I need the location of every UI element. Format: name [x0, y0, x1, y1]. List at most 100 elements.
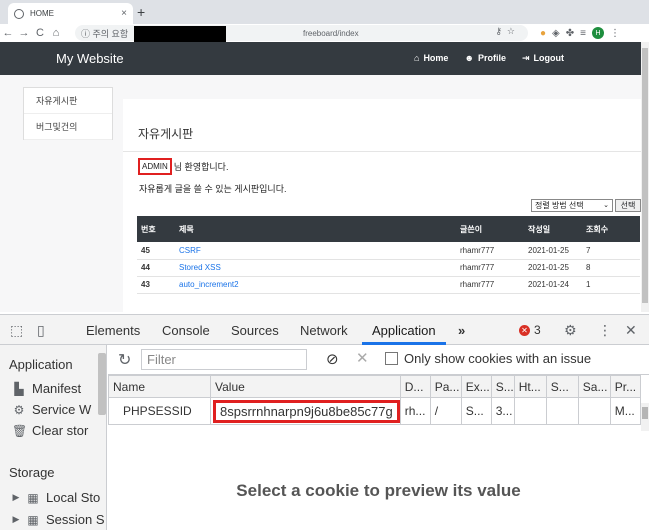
- page-title: 자유게시판: [138, 127, 194, 141]
- col-path[interactable]: Pa...: [429, 375, 462, 398]
- inspect-icon[interactable]: ⬚: [10, 322, 23, 339]
- more-tabs-button[interactable]: »: [458, 323, 465, 338]
- tab-application[interactable]: Application: [372, 323, 436, 338]
- avatar[interactable]: H: [591, 27, 604, 39]
- more-options-icon[interactable]: ⋮: [598, 322, 612, 339]
- board-description: 자유롭게 글을 쓸 수 있는 게시판입니다.: [139, 184, 287, 194]
- divider: [123, 151, 641, 152]
- cookie-value[interactable]: 8spsrrnhnarpn9j6u8be85c77g: [213, 399, 400, 423]
- browser-tab[interactable]: HOME ×: [8, 3, 133, 24]
- cookie-extension-icon[interactable]: ●: [540, 28, 546, 39]
- refresh-icon[interactable]: ↻: [118, 350, 131, 370]
- site-navbar: My Website ⌂ Home ☻ Profile ⇥ Logout: [0, 42, 641, 75]
- tab-network[interactable]: Network: [300, 323, 348, 338]
- url-path: freeboard/index: [303, 29, 359, 38]
- sidebar-item-service-workers[interactable]: ⚙ Service W: [12, 402, 92, 417]
- sidebar-item-session-storage[interactable]: ▶ ▦ Session S: [12, 512, 105, 527]
- user-icon: ☻: [464, 53, 474, 63]
- new-tab-button[interactable]: +: [137, 4, 145, 20]
- col-name[interactable]: Name: [108, 375, 211, 398]
- col-priority[interactable]: Pr...: [609, 375, 642, 398]
- post-link[interactable]: auto_increment2: [175, 276, 456, 294]
- scrollbar-thumb[interactable]: [642, 48, 648, 303]
- site-sidebar: 자유게시판 버그및건의: [23, 87, 113, 140]
- chevron-down-icon: ⌄: [603, 202, 609, 209]
- nav-logout-link[interactable]: ⇥ Logout: [522, 53, 564, 64]
- col-date: 작성일: [528, 224, 551, 234]
- devtools-tabbar: ⬚ ▯ Elements Console Sources Network App…: [0, 315, 649, 345]
- cookie-httponly: [513, 397, 547, 425]
- col-samesite[interactable]: Sa...: [577, 375, 611, 398]
- nav-home-link[interactable]: ⌂ Home: [414, 53, 448, 64]
- error-badge[interactable]: ✕ 3: [519, 323, 541, 337]
- col-number: 번호: [141, 224, 156, 234]
- col-domain[interactable]: D...: [399, 375, 431, 398]
- tab-elements[interactable]: Elements: [86, 323, 140, 338]
- devtools-panel: ⬚ ▯ Elements Console Sources Network App…: [0, 314, 649, 530]
- board-content: 자유게시판 ADMIN 님 환영합니다. 자유롭게 글을 쓸 수 있는 게시판입…: [123, 99, 641, 312]
- application-sidebar: Application ▙ Manifest ⚙ Service W 🗑 Clear …: [0, 345, 107, 530]
- block-icon[interactable]: ⊘: [326, 350, 339, 368]
- section-storage: Storage: [9, 465, 55, 480]
- error-count: 3: [534, 323, 541, 337]
- back-button[interactable]: ←: [0, 27, 16, 39]
- sidebar-item-manifest[interactable]: ▙ Manifest: [12, 381, 81, 396]
- redacted-host: [134, 26, 226, 42]
- globe-icon: [14, 8, 24, 19]
- device-toggle-icon[interactable]: ▯: [37, 322, 45, 339]
- site-brand[interactable]: My Website: [56, 51, 124, 66]
- file-icon: ▙: [14, 381, 24, 396]
- scrollbar-thumb[interactable]: [642, 407, 648, 419]
- tab-title: HOME: [30, 9, 54, 18]
- nav-profile-link[interactable]: ☻ Profile: [464, 53, 506, 64]
- reload-button[interactable]: C: [32, 27, 48, 39]
- table-row: 45 CSRF rhamr777 2021-01-25 7: [137, 242, 640, 260]
- cookie-samesite: [577, 397, 611, 425]
- close-icon[interactable]: ✕: [625, 322, 637, 339]
- logout-icon: ⇥: [521, 53, 530, 63]
- only-issue-checkbox[interactable]: [385, 352, 398, 365]
- clear-icon[interactable]: ✕: [356, 349, 369, 367]
- post-link[interactable]: CSRF: [175, 242, 456, 260]
- key-star-icons[interactable]: ⚷☆: [495, 26, 520, 37]
- puzzle-icon[interactable]: ✤: [566, 28, 574, 39]
- error-icon: ✕: [519, 324, 530, 336]
- extensions-area: ● ◈ ✤ ≡ H ⋮: [540, 27, 620, 39]
- filter-input[interactable]: Filter: [141, 349, 307, 370]
- table-row[interactable]: PHPSESSID 8spsrrnhnarpn9j6u8be85c77g rh.…: [108, 397, 642, 425]
- reading-list-icon[interactable]: ≡: [580, 28, 586, 39]
- sidebar-item-bugs[interactable]: 버그및건의: [24, 114, 112, 140]
- cookie-toolbar: ↻ Filter ⊘ ✕ Only show cookies with an i…: [108, 345, 649, 375]
- tab-sources[interactable]: Sources: [231, 323, 279, 338]
- menu-dots-icon[interactable]: ⋮: [610, 28, 620, 39]
- security-warning[interactable]: ⓘ 주의 요함: [81, 27, 128, 40]
- cookie-path: /: [429, 397, 462, 425]
- sidebar-item-local-storage[interactable]: ▶ ▦ Local Sto: [12, 490, 101, 505]
- forward-button[interactable]: →: [16, 27, 32, 39]
- sidebar-scrollbar[interactable]: [98, 353, 106, 415]
- col-secure[interactable]: S...: [545, 375, 579, 398]
- cookie-preview-message: Select a cookie to preview its value: [236, 481, 521, 500]
- admin-username: ADMIN: [138, 158, 172, 175]
- tab-console[interactable]: Console: [162, 323, 210, 338]
- page-scrollbar[interactable]: [641, 42, 649, 312]
- table-scrollbar[interactable]: [641, 403, 649, 431]
- col-httponly[interactable]: Ht...: [513, 375, 547, 398]
- col-value[interactable]: Value: [210, 375, 401, 398]
- sidebar-item-clear-storage[interactable]: 🗑 Clear stor: [12, 423, 88, 438]
- grid-icon: ▦: [27, 512, 39, 527]
- cookie-name[interactable]: PHPSESSID: [108, 397, 211, 425]
- nav-links: ⌂ Home ☻ Profile ⇥ Logout: [414, 53, 564, 64]
- col-expires[interactable]: Ex...: [460, 375, 492, 398]
- sort-button[interactable]: 선택: [615, 199, 641, 212]
- sort-select[interactable]: 정렬 방법 선택 ⌄: [531, 199, 613, 212]
- gear-icon[interactable]: ⚙: [564, 322, 577, 339]
- shield-extension-icon[interactable]: ◈: [552, 28, 560, 39]
- tab-close-button[interactable]: ×: [121, 8, 127, 19]
- post-link[interactable]: Stored XSS: [175, 259, 456, 277]
- sidebar-item-freeboard[interactable]: 자유게시판: [24, 88, 112, 114]
- home-button[interactable]: ⌂: [48, 27, 64, 39]
- cookie-priority: M...: [609, 397, 642, 425]
- col-views: 조회수: [586, 224, 609, 234]
- col-size[interactable]: S...: [490, 375, 515, 398]
